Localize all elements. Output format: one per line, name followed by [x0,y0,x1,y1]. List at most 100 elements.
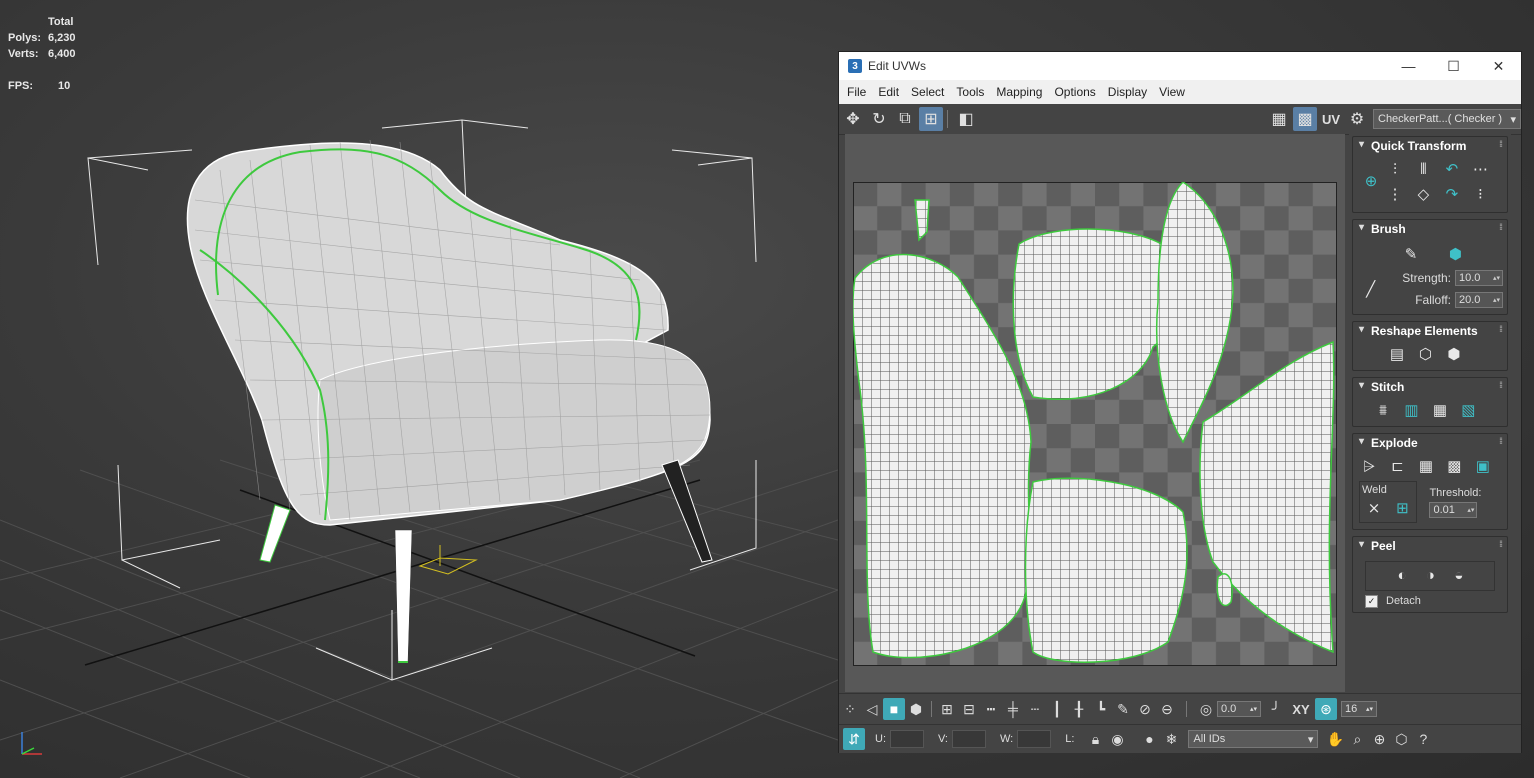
menu-file[interactable]: File [839,80,872,104]
rectangle-icon[interactable]: ⬢ [1442,342,1466,366]
paint-shrink-icon[interactable]: ⊖ [1156,698,1178,720]
paint-move-icon[interactable]: ✎ [1399,242,1423,266]
zoom-region-icon[interactable]: ⊕ [1368,728,1390,750]
help-icon[interactable]: ? [1412,728,1434,750]
edge-mode-icon[interactable]: ◁ [861,698,883,720]
align-horizontal-icon[interactable]: ⫶ [1383,158,1407,182]
maximize-button[interactable]: ☐ [1431,52,1476,80]
freeze-icon[interactable]: ❄ [1160,728,1182,750]
reset-peel-icon[interactable]: ◒ [1447,564,1471,588]
texture-dropdown[interactable]: CheckerPatt...( Checker ) ▾ [1373,109,1521,129]
menu-mapping[interactable]: Mapping [990,80,1048,104]
viewport-scene[interactable] [0,0,838,778]
minimize-button[interactable]: — [1386,52,1431,80]
window-titlebar[interactable]: 3 Edit UVWs — ☐ ✕ [839,52,1521,80]
loop-shrink-icon[interactable]: ┄ [1024,698,1046,720]
weld-selected-icon[interactable]: ⨯ [1362,496,1386,520]
rotate-cw-icon[interactable]: ↷ [1440,182,1464,206]
paint-select-icon[interactable]: ✎ [1112,698,1134,720]
menu-view[interactable]: View [1153,80,1191,104]
zoom-icon[interactable]: ⌕ [1346,728,1368,750]
rotate-ccw-icon[interactable]: ↶ [1440,157,1464,181]
map-settings-icon[interactable]: ⚙ [1345,107,1369,131]
peel-mode-icon[interactable]: ◑ [1418,564,1442,588]
paint-grow-icon[interactable]: ⊘ [1134,698,1156,720]
move-icon[interactable]: ✥ [841,107,865,131]
vertex-mode-icon[interactable]: ⁘ [839,698,861,720]
ring-icon[interactable]: ┃ [1046,698,1068,720]
space-vertical-icon[interactable]: ◇ [1411,182,1435,206]
grid-spinner[interactable]: 16 ▴▾ [1341,701,1377,717]
pivot-icon[interactable]: ⊕ [1359,169,1383,193]
u-field[interactable] [890,730,924,748]
threshold-spinner[interactable]: 0.01 ▴▾ [1429,501,1478,518]
flatten-by-polygon-icon[interactable]: ▦ [1414,454,1438,478]
grow-selection-icon[interactable]: ⊞ [936,698,958,720]
distribute-h-icon[interactable]: ⋯ [1468,157,1492,181]
uv-checker-grid[interactable] [853,182,1337,666]
chair-mesh[interactable] [186,139,713,663]
show-map-icon[interactable]: ▦ [1267,107,1291,131]
perspective-viewport[interactable]: Total Polys: 6,230 Verts: 6,400 FPS: 10 [0,0,838,778]
detach-checkbox[interactable]: ✓ [1365,594,1378,608]
peel-header[interactable]: Peel [1353,537,1507,555]
element-mode-icon[interactable]: ⬢ [905,698,927,720]
rotate-icon[interactable]: ↻ [867,107,891,131]
close-button[interactable]: ✕ [1476,52,1521,80]
ring-shrink-icon[interactable]: ┗ [1090,698,1112,720]
lock-icon[interactable]: 🔒︎ [1084,728,1106,750]
loop-grow-icon[interactable]: ╪ [1002,698,1024,720]
explode-header[interactable]: Explode [1353,434,1507,452]
quick-transform-header[interactable]: Quick Transform [1353,137,1507,155]
edit-uvws-window[interactable]: 3 Edit UVWs — ☐ ✕ File Edit Select Tools… [838,51,1522,753]
ring-grow-icon[interactable]: ╂ [1068,698,1090,720]
v-field[interactable] [952,730,986,748]
uv-editor-canvas[interactable] [845,134,1345,692]
break-icon[interactable]: ⩥ [1357,455,1381,479]
pan-icon[interactable]: ✋ [1324,728,1346,750]
material-id-dropdown[interactable]: All IDs ▾ [1188,730,1319,748]
relax-icon[interactable]: ⬡ [1413,342,1437,366]
weld-all-icon[interactable]: ⊞ [1390,496,1414,520]
menu-edit[interactable]: Edit [872,80,905,104]
stitch-source-icon[interactable]: ▧ [1456,398,1480,422]
mirror-icon[interactable]: ◧ [954,107,978,131]
flatten-by-material-icon[interactable]: ▣ [1471,454,1495,478]
soft-selection-icon[interactable]: ◎ [1195,698,1217,720]
quick-peel-icon[interactable]: ◐ [1390,564,1414,588]
stitch-header[interactable]: Stitch [1353,378,1507,396]
polygon-mode-icon[interactable]: ■ [883,698,905,720]
stitch-target-icon[interactable]: ▥ [1399,398,1423,422]
scale-icon[interactable]: ⧉ [893,107,917,131]
menu-tools[interactable]: Tools [950,80,990,104]
falloff-curve-icon[interactable]: ╯ [1265,698,1287,720]
distribute-v-icon[interactable]: ⁝ [1468,182,1492,206]
stitch-average-icon[interactable]: ▦ [1428,398,1452,422]
edge-distance-icon[interactable]: ⊛ [1315,698,1337,720]
hide-icon[interactable]: ● [1138,728,1160,750]
zoom-extents-icon[interactable]: ⬡ [1390,728,1412,750]
reshape-elements-header[interactable]: Reshape Elements [1353,322,1507,340]
relax-brush-icon[interactable]: ⬢ [1443,242,1467,266]
stitch-custom-icon[interactable]: ⩩ [1371,398,1395,422]
show-hidden-icon[interactable]: ◉ [1106,728,1128,750]
brush-header[interactable]: Brush [1353,220,1507,238]
checker-toggle-icon[interactable]: ▩ [1293,107,1317,131]
xy-toggle[interactable]: XY [1287,698,1315,720]
space-horizontal-icon[interactable]: ⦀ [1411,158,1435,182]
falloff-spinner[interactable]: 20.0 ▴▾ [1455,291,1503,308]
strength-spinner[interactable]: 10.0 ▴▾ [1455,269,1503,286]
shrink-selection-icon[interactable]: ⊟ [958,698,980,720]
menu-display[interactable]: Display [1102,80,1153,104]
absolute-offset-icon[interactable]: ⇵ [843,728,865,750]
uv-mode-toggle[interactable]: UV [1319,107,1343,131]
detach-edge-icon[interactable]: ⊏ [1385,454,1409,478]
align-vertical-icon[interactable]: ⋮ [1383,182,1407,206]
w-field[interactable] [1017,730,1052,748]
angle-spinner[interactable]: 0.0 ▴▾ [1217,701,1261,717]
freeform-icon[interactable]: ⊞ [919,107,943,131]
menu-options[interactable]: Options [1048,80,1101,104]
menu-select[interactable]: Select [905,80,950,104]
line-brush-icon[interactable]: ╱ [1359,277,1382,301]
flatten-by-smoothing-icon[interactable]: ▩ [1442,454,1466,478]
